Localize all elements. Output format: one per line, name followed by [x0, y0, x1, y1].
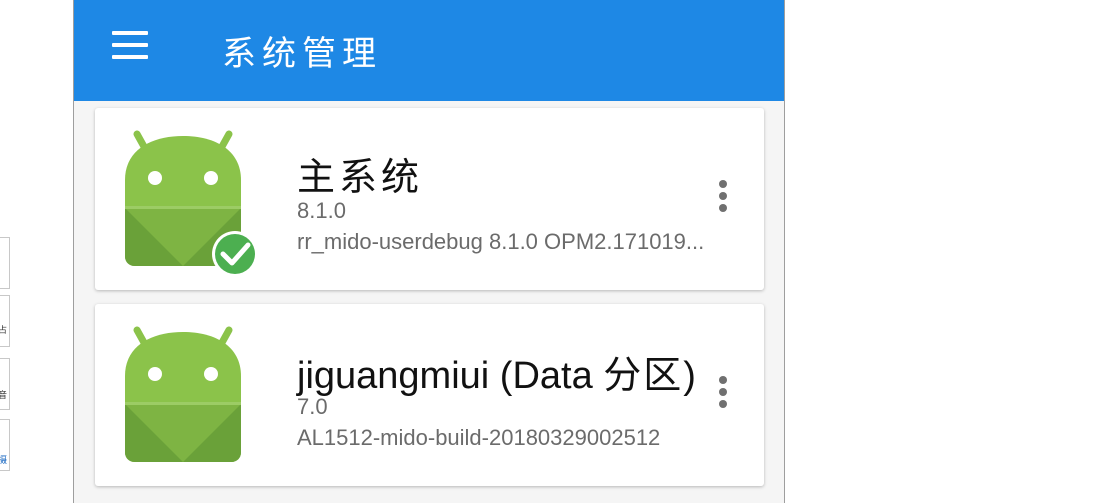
side-tab-4[interactable]: 摄: [0, 419, 10, 471]
system-name-suffix: ): [683, 355, 696, 397]
app-title: 系统管理: [222, 34, 382, 74]
system-name: 主系统: [297, 155, 424, 199]
hamburger-menu-icon: [112, 55, 148, 59]
side-tab-label: 占: [0, 326, 7, 336]
more-options-button[interactable]: [715, 180, 731, 220]
app-bar: 系统管理: [74, 0, 784, 101]
more-vert-icon: [719, 388, 727, 396]
more-vert-icon: [719, 192, 727, 200]
system-name-cjk: 分区: [603, 353, 684, 397]
more-vert-icon: [719, 400, 727, 408]
phone-screen: 系统管理 主系统 8.1.0 rr_mido-userdebug 8.1.0 O…: [73, 0, 785, 503]
menu-button[interactable]: [110, 31, 150, 59]
android-robot-icon: [125, 326, 241, 462]
android-robot-icon: [125, 130, 258, 277]
system-card-main[interactable]: 主系统 8.1.0 rr_mido-userdebug 8.1.0 OPM2.1…: [95, 108, 764, 290]
more-options-button[interactable]: [715, 376, 731, 416]
system-build: rr_mido-userdebug 8.1.0 OPM2.171019...: [297, 229, 705, 254]
system-name: jiguangmiui (Data 分区): [297, 344, 696, 399]
side-tab-label: 摄: [0, 456, 7, 466]
more-vert-icon: [719, 180, 727, 188]
side-tab-1[interactable]: [0, 237, 10, 289]
side-tab-3[interactable]: 音: [0, 358, 10, 410]
system-card-data[interactable]: jiguangmiui (Data 分区) 7.0 AL1512-mido-bu…: [95, 304, 764, 486]
check-badge-icon: [212, 231, 258, 277]
side-tab-2[interactable]: 占: [0, 295, 10, 347]
system-version: 8.1.0: [297, 198, 346, 223]
hamburger-menu-icon: [112, 31, 148, 35]
system-version: 7.0: [297, 394, 328, 419]
more-vert-icon: [719, 204, 727, 212]
system-name-prefix: jiguangmiui (Data: [297, 355, 604, 397]
side-tab-label: 音: [0, 391, 7, 401]
screen: 占 音 摄 系统管理: [0, 0, 1098, 503]
hamburger-menu-icon: [112, 43, 148, 47]
more-vert-icon: [719, 376, 727, 384]
system-build: AL1512-mido-build-20180329002512: [297, 425, 661, 450]
